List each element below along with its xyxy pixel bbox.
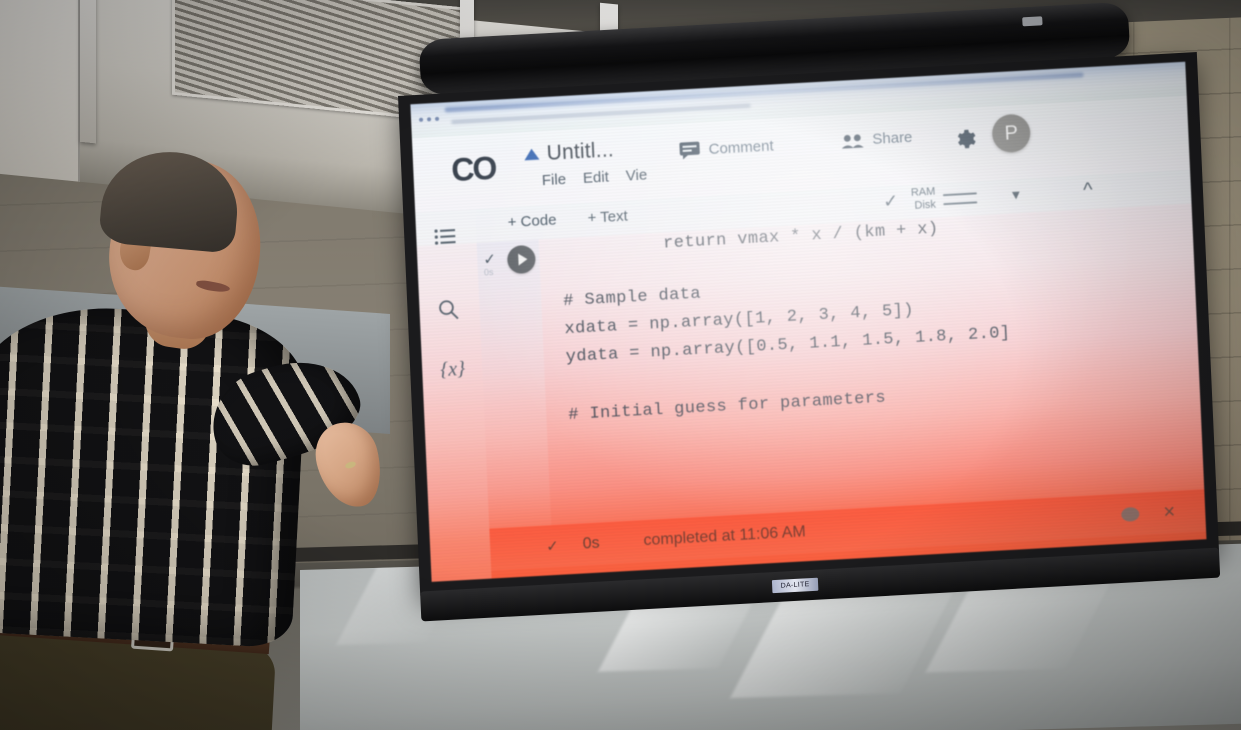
code-line: # Sample data [562, 284, 702, 312]
status-message: completed at 11:06 AM [643, 523, 807, 550]
projection-screen: CO Untitl... File Edit Vie Comment Share… [398, 52, 1221, 622]
resource-bars [942, 189, 977, 206]
add-text-cell-button[interactable]: + Text [587, 208, 628, 227]
gear-icon [952, 125, 977, 150]
presenter [0, 146, 420, 730]
notebook-title[interactable]: Untitl... [546, 138, 614, 166]
cell-run-time: 0s [483, 267, 494, 278]
presenter-hair [98, 146, 242, 254]
drive-icon [524, 148, 540, 161]
housing-badge [1022, 16, 1043, 27]
menu-bar: File Edit Vie [542, 166, 648, 189]
share-label: Share [872, 128, 913, 148]
comment-button[interactable]: Comment [678, 136, 774, 160]
chevron-up-icon[interactable]: ^ [1083, 178, 1093, 201]
connected-check-icon: ✓ [882, 190, 899, 211]
share-button[interactable]: Share [840, 129, 913, 150]
code-cell[interactable]: ✓ 0s return vmax * x / (km + x) # Sample… [476, 204, 1205, 535]
colab-notebook-ui: CO Untitl... File Edit Vie Comment Share… [410, 61, 1207, 582]
status-check-icon: ✓ [545, 537, 560, 556]
screen-brand-label: DA-LITE [771, 577, 819, 594]
table-of-contents-icon[interactable] [434, 228, 457, 252]
classroom-scene: CO Untitl... File Edit Vie Comment Share… [0, 0, 1241, 730]
menu-file[interactable]: File [542, 171, 567, 189]
ram-disk-labels: RAM Disk [911, 186, 937, 213]
window-controls-icon[interactable] [418, 116, 440, 122]
code-editor[interactable]: return vmax * x / (km + x) # Sample data… [539, 204, 1205, 532]
search-icon[interactable] [437, 298, 460, 326]
cell-success-check-icon: ✓ [483, 250, 497, 269]
play-icon [518, 253, 528, 266]
code-line: # Initial guess for parameters [567, 388, 887, 426]
busy-dot-icon [1121, 506, 1140, 522]
add-code-cell-button[interactable]: + Code [507, 211, 556, 231]
status-elapsed: 0s [582, 534, 600, 553]
menu-edit[interactable]: Edit [583, 169, 610, 187]
avatar[interactable]: P [991, 113, 1032, 154]
variables-icon[interactable]: {x} [440, 358, 466, 382]
run-cell-button[interactable] [506, 244, 536, 275]
share-people-icon [840, 132, 865, 149]
comment-icon [678, 140, 701, 160]
disk-label: Disk [914, 198, 937, 212]
colab-logo[interactable]: CO [451, 150, 497, 189]
chevron-down-icon[interactable]: ▼ [1009, 186, 1023, 202]
close-icon[interactable]: × [1163, 500, 1176, 524]
menu-view[interactable]: Vie [625, 166, 647, 184]
comment-label: Comment [708, 136, 774, 158]
settings-button[interactable] [952, 125, 977, 150]
presenter-torso-plaid-shirt [0, 301, 309, 649]
